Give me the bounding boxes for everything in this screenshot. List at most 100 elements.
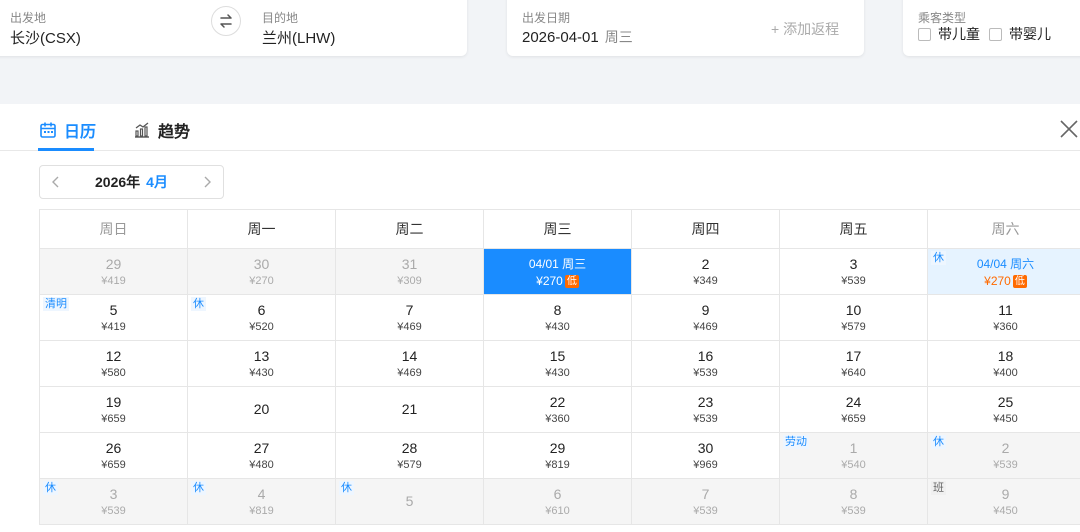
calendar-day-cell[interactable]: 班 9 ¥450 <box>928 479 1080 525</box>
day-price: ¥819 <box>249 504 273 518</box>
holiday-tag: 休 <box>339 481 354 495</box>
day-price: ¥540 <box>841 458 865 472</box>
day-number: 16 <box>697 347 714 364</box>
calendar-day-cell[interactable]: 26 ¥659 <box>40 433 188 479</box>
calendar-day-cell[interactable]: 15 ¥430 <box>484 341 632 387</box>
calendar-day-cell[interactable]: 休 2 ¥539 <box>928 433 1080 479</box>
calendar-day-cell[interactable]: 29 ¥419 <box>40 249 188 295</box>
date-label: 出发日期 <box>522 11 571 25</box>
next-month-icon[interactable] <box>201 176 213 188</box>
month-navigator: 2026年 4月 <box>39 165 224 199</box>
weekday-header: 周一 <box>188 210 336 249</box>
calendar-day-cell[interactable]: 30 ¥270 <box>188 249 336 295</box>
to-label: 目的地 <box>262 11 299 25</box>
date-card: 出发日期 2026-04-01 周三 + 添加返程 <box>507 0 864 56</box>
price-value: ¥579 <box>397 458 422 471</box>
from-field[interactable]: 出发地 长沙(CSX) <box>0 0 204 56</box>
calendar-day-cell[interactable]: 29 ¥819 <box>484 433 632 479</box>
departure-date-field[interactable]: 出发日期 2026-04-01 周三 <box>507 0 747 56</box>
infant-checkbox[interactable]: 带婴儿 <box>989 24 1051 44</box>
view-tabs: 日历 趋势 <box>0 104 1080 151</box>
price-value: ¥360 <box>545 412 570 425</box>
tab-trend-label: 趋势 <box>158 124 191 141</box>
tab-trend[interactable]: 趋势 <box>133 118 190 142</box>
calendar-day-cell[interactable]: 20 <box>188 387 336 433</box>
calendar-day-cell[interactable]: 9 ¥469 <box>632 295 780 341</box>
calendar-day-cell[interactable]: 7 ¥469 <box>336 295 484 341</box>
prev-month-icon[interactable] <box>50 176 62 188</box>
day-price: ¥580 <box>101 366 125 380</box>
day-number: 2 <box>701 255 710 272</box>
to-field[interactable]: 目的地 兰州(LHW) <box>252 0 462 56</box>
day-number: 6 <box>553 485 562 502</box>
price-value: ¥539 <box>693 412 718 425</box>
calendar-day-cell[interactable]: 10 ¥579 <box>780 295 928 341</box>
calendar-week-row: 12 ¥580 13 ¥430 14 ¥469 15 ¥430 16 ¥539 17 ¥640 18 ¥4… <box>40 341 1080 387</box>
calendar-day-cell[interactable]: 23 ¥539 <box>632 387 780 433</box>
calendar-day-cell[interactable]: 休 6 ¥520 <box>188 295 336 341</box>
close-icon[interactable] <box>1058 118 1080 140</box>
calendar-day-cell[interactable]: 14 ¥469 <box>336 341 484 387</box>
calendar-day-cell[interactable]: 7 ¥539 <box>632 479 780 525</box>
from-value: 长沙(CSX) <box>10 30 81 47</box>
day-price: ¥969 <box>693 458 717 472</box>
calendar-day-cell[interactable]: 04/01 周三 ¥270 低 <box>484 249 632 295</box>
day-number: 11 <box>998 301 1013 318</box>
swap-cities-button[interactable] <box>211 6 241 36</box>
calendar-day-cell[interactable]: 6 ¥610 <box>484 479 632 525</box>
day-price: ¥480 <box>249 458 273 472</box>
day-price: ¥419 <box>101 274 125 288</box>
weekday-header-row: 周日 周一 周二 周三 周四 周五 周六 <box>40 210 1080 249</box>
calendar-day-cell[interactable]: 31 ¥309 <box>336 249 484 295</box>
calendar-day-cell[interactable]: 30 ¥969 <box>632 433 780 479</box>
calendar-day-cell[interactable]: 3 ¥539 <box>780 249 928 295</box>
day-number: 10 <box>845 301 862 318</box>
calendar-day-cell[interactable]: 8 ¥539 <box>780 479 928 525</box>
calendar-day-cell[interactable]: 24 ¥659 <box>780 387 928 433</box>
calendar-day-cell[interactable]: 18 ¥400 <box>928 341 1080 387</box>
day-price: ¥430 <box>545 320 569 334</box>
calendar-day-cell[interactable]: 12 ¥580 <box>40 341 188 387</box>
add-return-button[interactable]: + 添加返程 <box>771 19 839 39</box>
tab-calendar[interactable]: 日历 <box>39 118 96 142</box>
price-value: ¥659 <box>841 412 866 425</box>
weekday-header: 周日 <box>40 210 188 249</box>
calendar-week-row: 清明 5 ¥419 休 6 ¥520 7 ¥469 8 ¥430 9 ¥469 10 ¥579 11 ¥360 <box>40 295 1080 341</box>
day-price: ¥579 <box>841 320 865 334</box>
day-price: ¥270 低 <box>984 274 1027 288</box>
calendar-day-cell[interactable]: 28 ¥579 <box>336 433 484 479</box>
calendar-day-cell[interactable]: 25 ¥450 <box>928 387 1080 433</box>
day-number: 7 <box>405 301 414 318</box>
child-checkbox[interactable]: 带儿童 <box>918 24 980 44</box>
calendar-day-cell[interactable]: 休 3 ¥539 <box>40 479 188 525</box>
day-number: 7 <box>701 485 710 502</box>
calendar-day-cell[interactable]: 27 ¥480 <box>188 433 336 479</box>
calendar-day-cell[interactable]: 休 04/04 周六 ¥270 低 <box>928 249 1080 295</box>
calendar-day-cell[interactable]: 休 4 ¥819 <box>188 479 336 525</box>
calendar-day-cell[interactable]: 13 ¥430 <box>188 341 336 387</box>
calendar-day-cell[interactable]: 11 ¥360 <box>928 295 1080 341</box>
day-number: 12 <box>105 347 122 364</box>
calendar-day-cell[interactable]: 21 <box>336 387 484 433</box>
day-number: 21 <box>401 401 418 417</box>
calendar-day-cell[interactable]: 22 ¥360 <box>484 387 632 433</box>
checkbox-icon <box>989 27 1002 41</box>
calendar-day-cell[interactable]: 休5 <box>336 479 484 525</box>
calendar-day-cell[interactable]: 8 ¥430 <box>484 295 632 341</box>
calendar-day-cell[interactable]: 清明 5 ¥419 <box>40 295 188 341</box>
price-value: ¥430 <box>249 366 274 379</box>
price-value: ¥579 <box>841 320 866 333</box>
price-value: ¥539 <box>693 504 718 517</box>
calendar-day-cell[interactable]: 2 ¥349 <box>632 249 780 295</box>
calendar-day-cell[interactable]: 19 ¥659 <box>40 387 188 433</box>
price-value: ¥539 <box>993 458 1018 471</box>
calendar-panel: 日历 趋势 2026年 4月 周日 周一 周二 周三 周四 周五 周六 29 ¥41… <box>0 104 1080 532</box>
trend-chart-icon <box>135 122 149 138</box>
price-value: ¥469 <box>397 320 422 333</box>
price-value: ¥659 <box>101 412 126 425</box>
swap-icon <box>220 14 232 28</box>
calendar-day-cell[interactable]: 17 ¥640 <box>780 341 928 387</box>
checkbox-icon <box>918 27 931 41</box>
calendar-day-cell[interactable]: 16 ¥539 <box>632 341 780 387</box>
calendar-day-cell[interactable]: 劳动 1 ¥540 <box>780 433 928 479</box>
